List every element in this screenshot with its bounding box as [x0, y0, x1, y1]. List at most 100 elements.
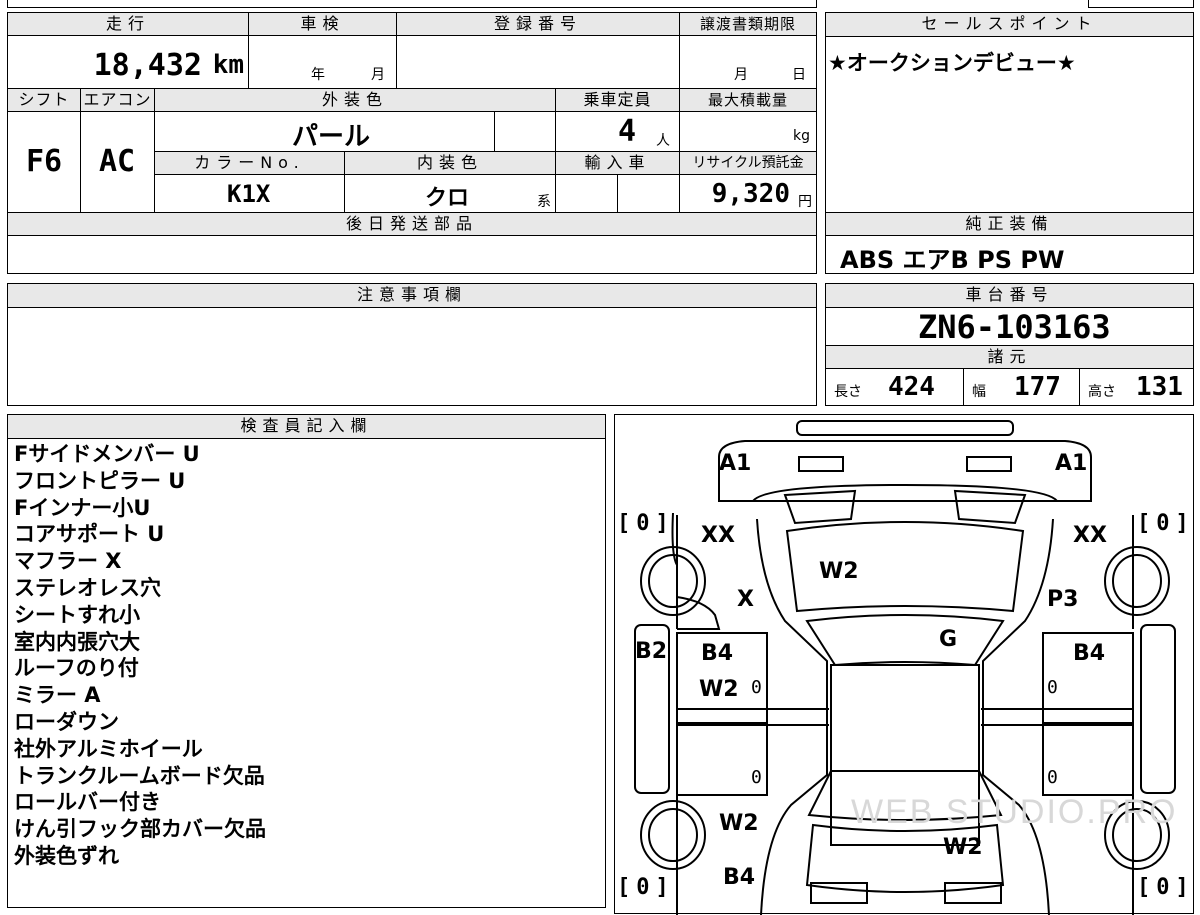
exterior-color-header: 外装色	[154, 88, 556, 112]
label-a1-right: A1	[1055, 451, 1088, 476]
rear-left-rim	[648, 808, 698, 862]
ac-cell: AC	[80, 111, 155, 213]
mileage-header: 走行	[7, 12, 249, 36]
specs-length-cell: 長さ 424	[825, 368, 964, 406]
ac-value: AC	[99, 144, 136, 179]
hood	[752, 483, 1058, 502]
inspector-notes-cell: Fサイドメンバー U フロントピラー U Fインナー小U コアサポート U マフ…	[7, 438, 606, 908]
door-zero-rear-right: 0	[1047, 767, 1058, 788]
transfer-deadline-header: 譲渡書類期限	[679, 12, 817, 36]
genuine-equipment-header: 純正装備	[825, 212, 1194, 236]
inspector-header: 検査員記入欄	[7, 414, 606, 439]
mileage-unit: km	[212, 50, 244, 80]
right-fog-lamp	[966, 456, 1012, 472]
registration-cell	[396, 35, 680, 89]
interior-color-cell: クロ 系	[344, 174, 556, 213]
exterior-color-cell: パール	[154, 111, 495, 152]
inspector-note: Fインナー小U	[14, 495, 151, 520]
recycle-header: リサイクル預託金	[679, 151, 817, 175]
top-strip-right	[1088, 0, 1194, 8]
front-bumper-tab	[796, 420, 1014, 436]
top-strip	[7, 0, 817, 8]
capacity-cell: 4 人	[555, 111, 680, 152]
inspector-note: シートすれ小	[14, 602, 140, 627]
inspector-note: マフラー X	[14, 549, 122, 574]
specs-height-cell: 高さ 131	[1079, 368, 1194, 406]
transfer-deadline-cell: 月 日	[679, 35, 817, 89]
height-value: 131	[1136, 372, 1183, 402]
inspector-note: 室内内張穴大	[14, 629, 140, 654]
inspector-note: ロールバー付き	[14, 790, 161, 815]
inspector-note: けん引フック部カバー欠品	[14, 817, 266, 842]
chassis-header: 車台番号	[825, 283, 1194, 308]
label-b4-left-front-door: B4	[701, 641, 734, 666]
inspector-note: Fサイドメンバー U	[14, 442, 200, 466]
registration-header: 登録番号	[396, 12, 680, 36]
sales-point-cell: ★オークションデビュー★	[825, 36, 1194, 213]
genuine-equipment-cell: ABS エアB PS PW	[825, 235, 1194, 274]
label-w2-left-quarter: W2	[719, 811, 759, 836]
interior-color-header: 内装色	[344, 151, 556, 175]
height-label: 高さ	[1088, 384, 1116, 400]
max-load-unit: kg	[793, 128, 810, 144]
label-a1-left: A1	[719, 451, 752, 476]
inspector-note: ステレオレス穴	[14, 575, 161, 600]
door-zero-front-right: 0	[1047, 677, 1058, 698]
inspector-note: コアサポート U	[14, 522, 165, 547]
caution-header: 注意事項欄	[7, 283, 817, 308]
exterior-color-extra-cell	[494, 111, 556, 152]
ac-header: エアコン	[80, 88, 155, 112]
transfer-day-unit: 日	[792, 67, 806, 83]
color-no-cell: K1X	[154, 174, 345, 213]
max-load-header: 最大積載量	[679, 88, 817, 112]
tire-bracket-front-left: [0]	[617, 511, 669, 536]
color-no-value: K1X	[227, 180, 271, 208]
mileage-cell: 18,432 km	[7, 35, 249, 89]
tire-bracket-rear-right: [0]	[1137, 875, 1189, 900]
caution-cell	[7, 307, 817, 406]
transfer-month-unit: 月	[734, 67, 748, 83]
mileage-value: 18,432	[93, 48, 202, 83]
inspector-note: ローダウン	[14, 709, 119, 734]
tire-front-right-value: 0	[1156, 511, 1170, 536]
shift-value: F6	[26, 144, 63, 179]
watermark: WEB STUDIO.PRO	[851, 793, 1178, 831]
label-b4-right-front-door: B4	[1073, 641, 1106, 666]
left-fog-lamp	[798, 456, 844, 472]
inspector-note: ルーフのり付	[14, 656, 139, 681]
car-diagram-panel: WEB STUDIO.PRO [0] [0] [0] [0] 0 0 0 0 A…	[614, 414, 1194, 915]
tire-bracket-front-right: [0]	[1137, 511, 1189, 536]
right-headlight	[953, 489, 1027, 525]
label-w2-trunk: W2	[943, 835, 983, 860]
genuine-equipment-value: ABS エアB PS PW	[840, 246, 1065, 274]
recycle-value: 9,320	[711, 179, 790, 209]
import-cell-right	[617, 174, 680, 213]
tire-rear-right-value: 0	[1156, 875, 1170, 900]
inspector-note: フロントピラー U	[14, 468, 186, 493]
later-parts-cell	[7, 235, 817, 274]
width-label: 幅	[972, 384, 986, 400]
right-pillar	[1140, 624, 1176, 794]
width-value: 177	[1014, 372, 1061, 402]
capacity-unit: 人	[656, 133, 670, 149]
front-right-rim	[1112, 554, 1162, 608]
inspection-month-unit: 月	[371, 67, 385, 83]
interior-color-value: クロ	[425, 186, 470, 211]
specs-width-cell: 幅 177	[963, 368, 1080, 406]
door-zero-front-left: 0	[751, 677, 762, 698]
inspector-note: トランクルームボード欠品	[14, 763, 265, 788]
label-xx-right: XX	[1073, 523, 1107, 548]
label-p3-right-fender: P3	[1047, 587, 1079, 612]
label-w2-left-front-door: W2	[699, 677, 739, 702]
recycle-cell: 9,320 円	[679, 174, 817, 213]
exterior-color-value: パール	[292, 122, 371, 152]
front-left-tire	[640, 546, 706, 616]
import-header: 輸入車	[555, 151, 680, 175]
color-no-header: カラーNo.	[154, 151, 345, 175]
door-zero-rear-left: 0	[751, 767, 762, 788]
label-w2-hood: W2	[819, 559, 859, 584]
label-b4-left-rear: B4	[723, 865, 756, 890]
recycle-unit: 円	[798, 194, 812, 210]
shift-cell: F6	[7, 111, 81, 213]
sales-point-text: ★オークションデビュー★	[828, 51, 1076, 75]
